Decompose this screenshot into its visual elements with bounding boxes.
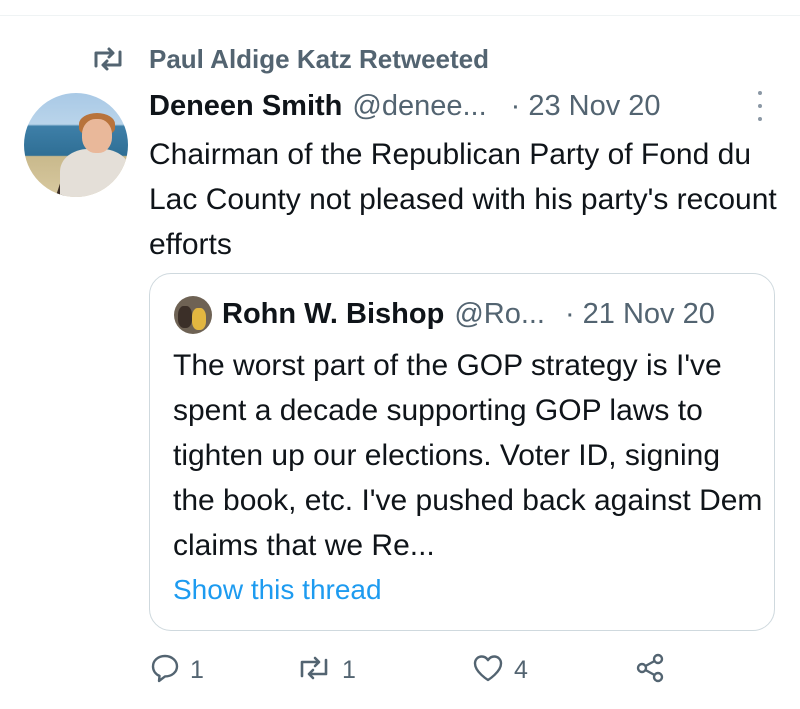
quoted-tweet-text: The worst part of the GOP strategy is I'… [173, 349, 763, 562]
share-button[interactable] [634, 650, 666, 690]
quoted-tweet-header: Rohn W. Bishop @Ro... · 21 Nov 20 [222, 294, 715, 334]
top-divider [0, 15, 800, 16]
reply-button[interactable]: 1 [150, 650, 204, 690]
tweet-text: Chairman of the Republican Party of Fond… [149, 138, 777, 261]
share-icon [634, 652, 666, 689]
retweet-icon [91, 42, 127, 76]
show-thread-link[interactable]: Show this thread [173, 574, 382, 606]
retweet-banner: Paul Aldige Katz Retweeted [91, 42, 489, 76]
more-vertical-icon[interactable] [752, 91, 768, 121]
heart-icon [472, 653, 504, 688]
separator-dot: · [565, 297, 575, 330]
retweet-count: 1 [342, 655, 356, 684]
reply-icon [150, 653, 180, 688]
avatar[interactable] [24, 93, 128, 197]
like-button[interactable]: 4 [472, 650, 528, 690]
reply-count: 1 [190, 655, 204, 684]
like-count: 4 [514, 655, 528, 684]
separator-dot: · [510, 89, 521, 122]
retweeted-by-label[interactable]: Paul Aldige Katz Retweeted [149, 44, 489, 75]
quoted-author-handle: @Ro... [454, 297, 545, 330]
tweet-header: Deneen Smith @denee... · 23 Nov 20 [149, 86, 779, 126]
tweet-date[interactable]: 23 Nov 20 [528, 90, 660, 123]
author-name[interactable]: Deneen Smith [149, 90, 342, 123]
retweet-button[interactable]: 1 [296, 650, 356, 690]
author-handle[interactable]: @denee... [352, 90, 486, 123]
tweet-actions: 1 1 4 [150, 650, 780, 690]
quoted-author-name: Rohn W. Bishop [222, 297, 445, 330]
quoted-avatar[interactable] [174, 296, 212, 334]
quoted-tweet-card[interactable]: Rohn W. Bishop @Ro... · 21 Nov 20 The wo… [149, 273, 775, 631]
quoted-tweet-date: 21 Nov 20 [582, 297, 715, 330]
retweet-icon [296, 654, 332, 687]
